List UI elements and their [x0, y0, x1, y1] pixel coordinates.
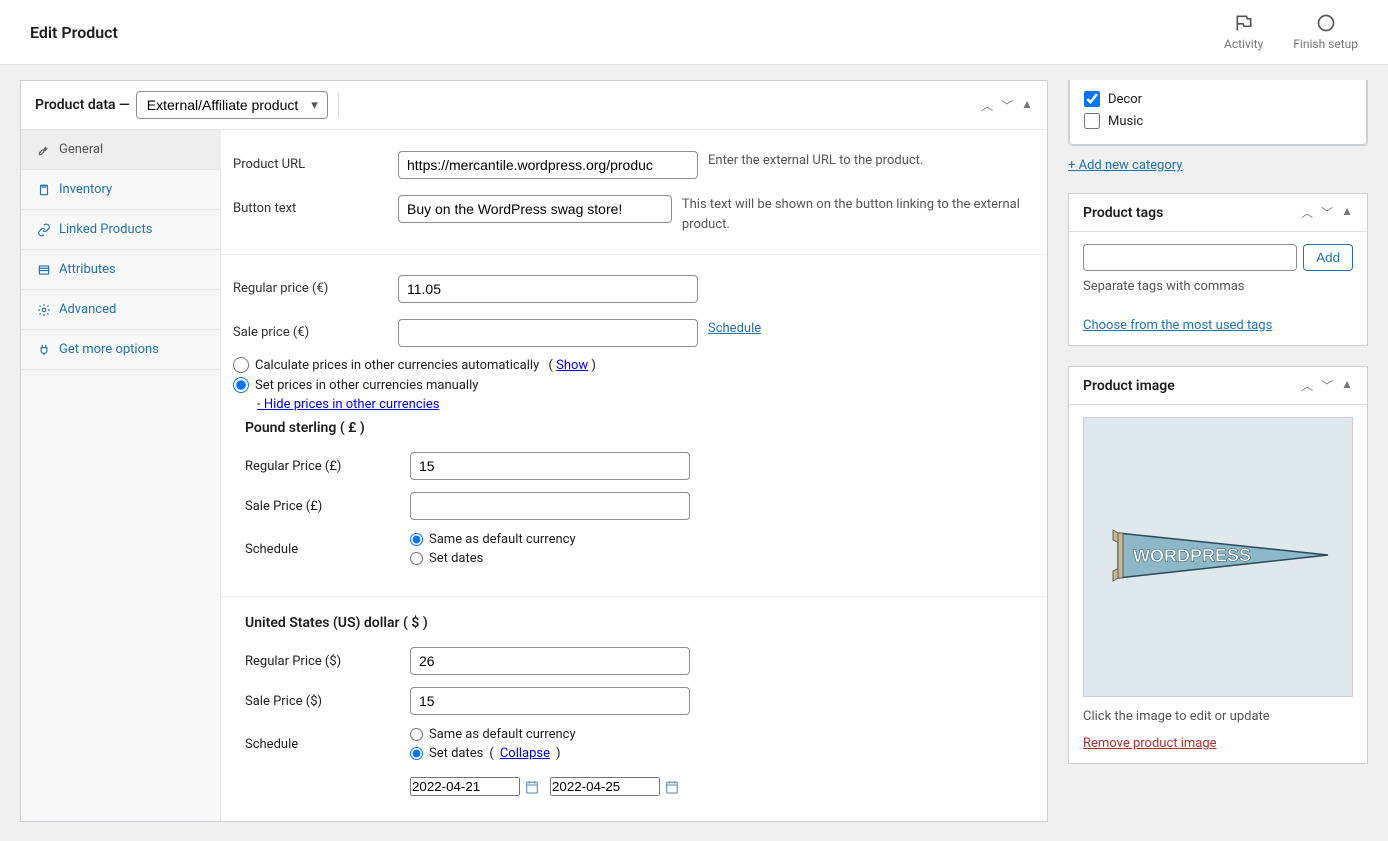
circle-icon	[1316, 13, 1336, 33]
remove-product-image-link[interactable]: Remove product image	[1083, 736, 1217, 751]
plugin-icon	[37, 343, 51, 357]
add-tag-button[interactable]: Add	[1303, 244, 1353, 271]
hide-prices-link[interactable]: - Hide prices in other currencies	[257, 397, 439, 412]
button-text-help: This text will be shown on the button li…	[682, 195, 1035, 234]
gear-icon	[37, 303, 51, 317]
wrench-icon	[37, 143, 51, 157]
usd-reg-price-input[interactable]	[410, 647, 690, 675]
move-down-icon[interactable]: ﹀	[1321, 204, 1333, 221]
collapse-icon[interactable]: ▲	[1341, 377, 1353, 394]
product-url-label: Product URL	[233, 151, 398, 172]
show-link[interactable]: Show	[556, 358, 588, 373]
gbp-set-dates-radio[interactable]	[410, 552, 423, 565]
clipboard-icon	[37, 183, 51, 197]
usd-set-dates-radio[interactable]	[410, 747, 423, 760]
tab-attributes[interactable]: Attributes	[21, 250, 220, 290]
product-image-box: Product image ︿ ﹀ ▲ WORDPRESS	[1068, 366, 1368, 764]
gbp-sale-price-input[interactable]	[410, 492, 690, 520]
product-type-select[interactable]: External/Affiliate product	[136, 91, 328, 119]
product-data-box: Product data — External/Affiliate produc…	[20, 80, 1048, 822]
usd-date-from-input[interactable]	[410, 777, 520, 796]
set-manual-radio[interactable]	[233, 377, 249, 393]
tag-separate-hint: Separate tags with commas	[1083, 279, 1353, 294]
product-url-input[interactable]	[398, 151, 698, 179]
product-tags-title: Product tags	[1083, 205, 1301, 221]
product-url-help: Enter the external URL to the product.	[708, 151, 923, 171]
button-text-label: Button text	[233, 195, 398, 216]
product-image-preview[interactable]: WORDPRESS	[1083, 417, 1353, 697]
usd-sale-price-label: Sale Price ($)	[245, 694, 410, 709]
gbp-reg-price-label: Regular Price (£)	[245, 459, 410, 474]
set-manual-label: Set prices in other currencies manually	[255, 378, 478, 393]
product-tags-box: Product tags ︿ ﹀ ▲ Add Separate tags wit…	[1068, 193, 1368, 346]
usd-date-to-input[interactable]	[550, 777, 660, 796]
list-icon	[37, 263, 51, 277]
move-up-icon[interactable]: ︿	[981, 97, 993, 114]
link-icon	[37, 223, 51, 237]
regular-price-input[interactable]	[398, 275, 698, 303]
usd-schedule-label: Schedule	[245, 737, 410, 752]
gbp-title: Pound sterling ( £ )	[245, 414, 1035, 446]
product-data-header-label: Product data —	[35, 97, 130, 113]
schedule-link[interactable]: Schedule	[708, 321, 761, 336]
category-music-checkbox[interactable]	[1084, 113, 1100, 129]
calendar-icon[interactable]	[524, 779, 540, 795]
add-new-category-link[interactable]: + Add new category	[1068, 158, 1182, 173]
sale-price-label: Sale price (€)	[233, 319, 398, 340]
choose-used-tags-link[interactable]: Choose from the most used tags	[1083, 318, 1272, 333]
move-down-icon[interactable]: ﹀	[1001, 97, 1013, 114]
usd-same-default-radio[interactable]	[410, 728, 423, 741]
category-music-label: Music	[1108, 114, 1143, 129]
calc-auto-radio[interactable]	[233, 357, 249, 373]
finish-setup-button[interactable]: Finish setup	[1293, 13, 1358, 51]
usd-sale-price-input[interactable]	[410, 687, 690, 715]
product-image-title: Product image	[1083, 378, 1301, 394]
pennant-illustration: WORDPRESS	[1103, 518, 1333, 597]
activity-button[interactable]: Activity	[1224, 13, 1263, 51]
product-data-tabs: General Inventory Linked Products Attrib…	[21, 130, 221, 821]
svg-text:WORDPRESS: WORDPRESS	[1133, 544, 1251, 565]
sale-price-input[interactable]	[398, 319, 698, 347]
tab-get-more[interactable]: Get more options	[21, 330, 220, 370]
button-text-input[interactable]	[398, 195, 672, 223]
category-decor-label: Decor	[1108, 92, 1142, 107]
tag-input[interactable]	[1083, 244, 1297, 271]
calc-auto-label: Calculate prices in other currencies aut…	[255, 358, 539, 373]
usd-collapse-link[interactable]: Collapse	[500, 746, 550, 761]
tab-advanced[interactable]: Advanced	[21, 290, 220, 330]
move-up-icon[interactable]: ︿	[1301, 377, 1313, 394]
tab-linked-products[interactable]: Linked Products	[21, 210, 220, 250]
category-decor-checkbox[interactable]	[1084, 91, 1100, 107]
tab-general[interactable]: General	[21, 130, 221, 170]
tab-inventory[interactable]: Inventory	[21, 170, 220, 210]
calendar-icon[interactable]	[664, 779, 680, 795]
flag-icon	[1234, 13, 1254, 33]
gbp-reg-price-input[interactable]	[410, 452, 690, 480]
page-title: Edit Product	[30, 23, 1224, 42]
gbp-same-default-radio[interactable]	[410, 533, 423, 546]
gbp-sale-price-label: Sale Price (£)	[245, 499, 410, 514]
collapse-icon[interactable]: ▲	[1021, 97, 1033, 114]
usd-title: United States (US) dollar ( $ )	[245, 609, 1035, 641]
image-click-hint: Click the image to edit or update	[1083, 709, 1353, 724]
usd-reg-price-label: Regular Price ($)	[245, 654, 410, 669]
gbp-schedule-label: Schedule	[245, 542, 410, 557]
collapse-icon[interactable]: ▲	[1341, 204, 1353, 221]
move-down-icon[interactable]: ﹀	[1321, 377, 1333, 394]
regular-price-label: Regular price (€)	[233, 275, 398, 296]
move-up-icon[interactable]: ︿	[1301, 204, 1313, 221]
